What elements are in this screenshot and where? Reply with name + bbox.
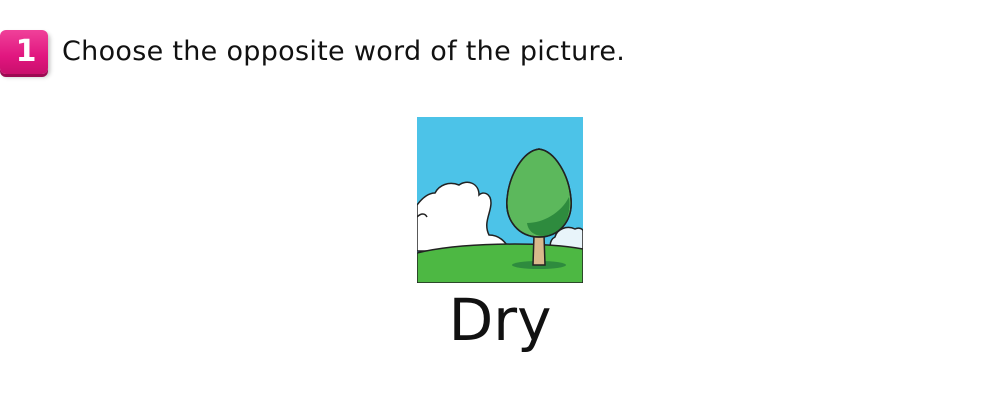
tree-picture (417, 117, 583, 283)
answer-word: Dry (448, 286, 552, 354)
picture-card (417, 117, 583, 283)
question-instruction: Choose the opposite word of the picture. (62, 36, 626, 67)
question-number: 1 (15, 34, 37, 69)
question-number-badge: 1 (0, 30, 48, 74)
